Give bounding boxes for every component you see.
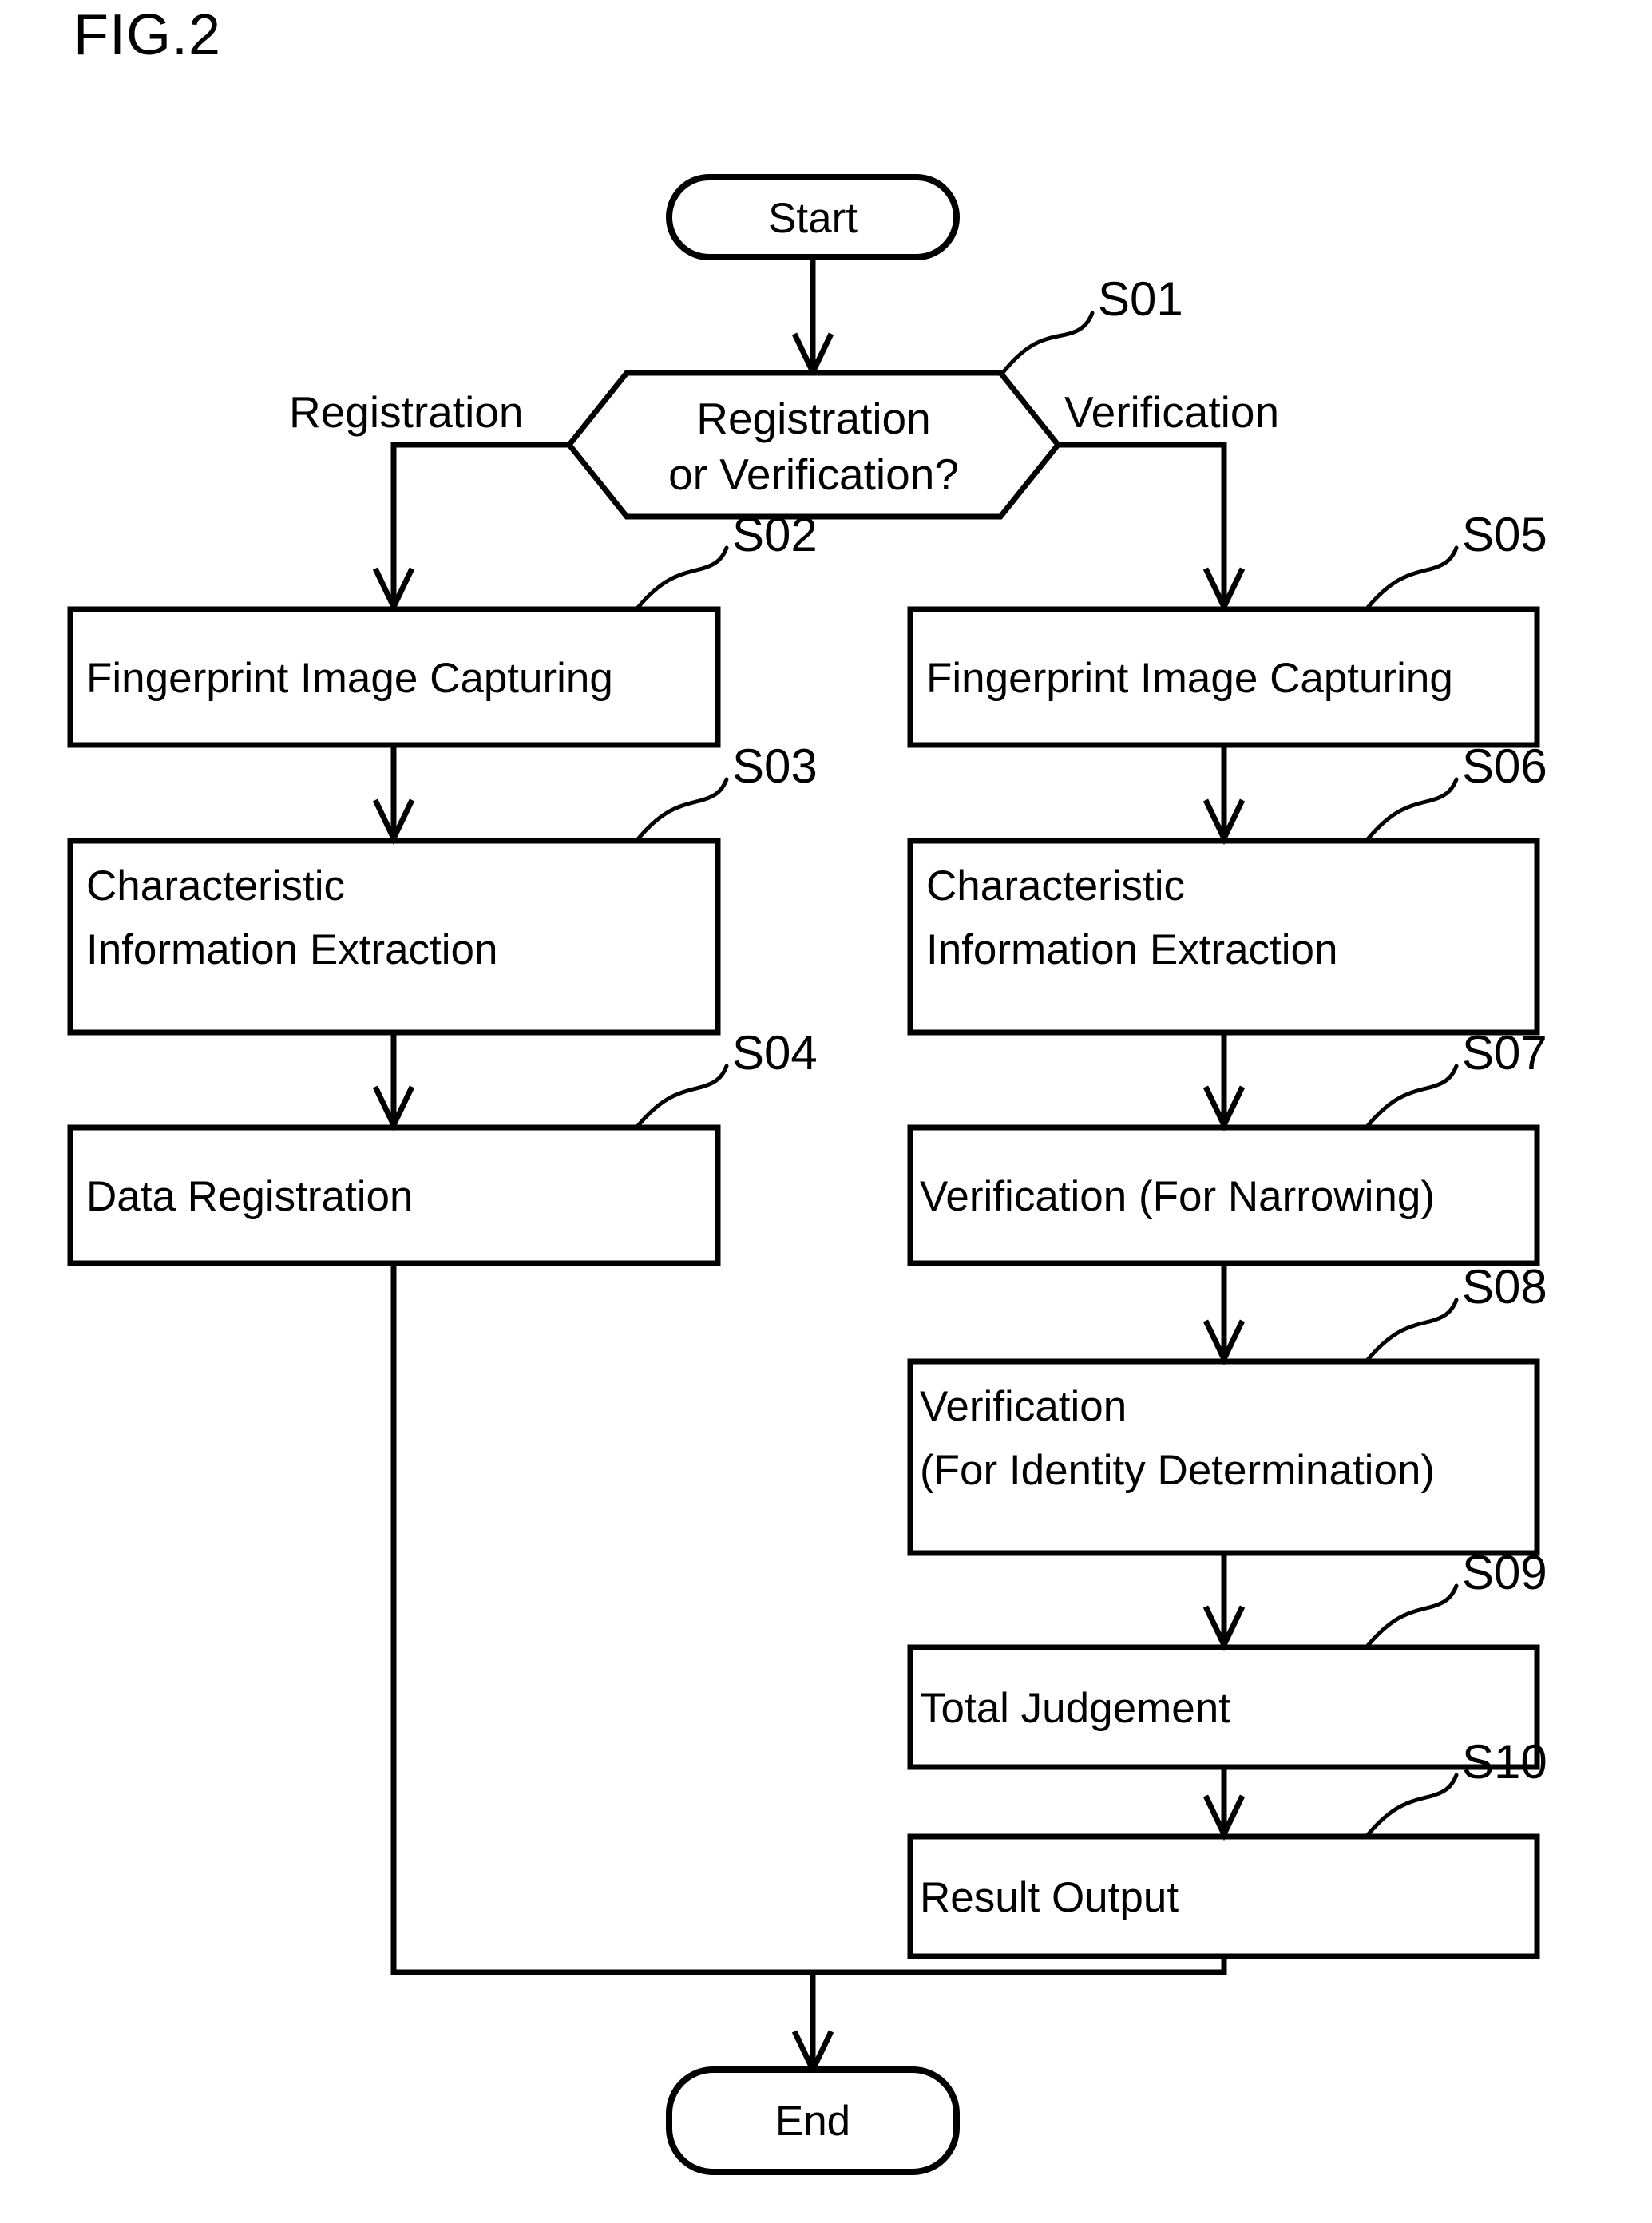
process-label-s02-line1: Fingerprint Image Capturing <box>86 655 613 702</box>
connector-decision-left <box>390 442 569 604</box>
leader-line-s09 <box>1365 1583 1459 1649</box>
leader-line-s08 <box>1365 1298 1459 1363</box>
branch-label-verification: Verification <box>1064 387 1280 437</box>
process-label-s07-line1: Verification (For Narrowing) <box>920 1173 1436 1220</box>
step-tag-s09: S09 <box>1462 1546 1547 1599</box>
process-label-s09-line1: Total Judgement <box>920 1685 1230 1732</box>
process-label-s03-line2: Information Extraction <box>86 926 498 973</box>
start-terminator-label: Start <box>768 195 858 242</box>
step-tag-s07: S07 <box>1462 1026 1547 1080</box>
leader-line-s06 <box>1365 777 1459 842</box>
process-label-s04-line1: Data Registration <box>86 1173 414 1220</box>
step-tag-s05: S05 <box>1462 508 1547 561</box>
branch-label-registration: Registration <box>289 387 524 437</box>
step-tag-s02: S02 <box>732 508 818 561</box>
leader-line-s03 <box>635 777 729 842</box>
decision-label-line1: Registration <box>696 394 931 443</box>
process-label-s06-line2: Information Extraction <box>926 926 1338 973</box>
end-terminator-label: End <box>774 2098 851 2145</box>
leader-line-s01 <box>1000 311 1095 376</box>
step-tag-s10: S10 <box>1462 1735 1547 1789</box>
leader-line-s10 <box>1365 1773 1459 1838</box>
connector-decision-right <box>1058 442 1227 604</box>
process-label-s08-line2: (For Identity Determination) <box>920 1447 1436 1494</box>
process-label-s06-line1: Characteristic <box>926 862 1185 909</box>
step-tag-s08: S08 <box>1462 1260 1547 1314</box>
leader-line-s05 <box>1365 545 1459 611</box>
step-tag-s03: S03 <box>732 739 818 793</box>
process-label-s03-line1: Characteristic <box>86 862 345 909</box>
step-tag-s01: S01 <box>1098 272 1183 326</box>
leader-line-s07 <box>1365 1064 1459 1129</box>
process-label-s08-line1: Verification <box>920 1383 1127 1430</box>
figure-canvas: FIG.2 Start End Registration or Verifica… <box>0 0 1652 2223</box>
process-label-s10-line1: Result Output <box>920 1874 1179 1921</box>
decision-label-line2: or Verification? <box>668 450 959 499</box>
step-tag-s06: S06 <box>1462 739 1547 793</box>
step-tag-s04: S04 <box>732 1026 818 1080</box>
leader-line-s02 <box>635 545 729 611</box>
connector-s04-to-end-join <box>390 1263 813 1975</box>
leader-line-s04 <box>635 1064 729 1129</box>
process-label-s05-line1: Fingerprint Image Capturing <box>926 655 1453 702</box>
